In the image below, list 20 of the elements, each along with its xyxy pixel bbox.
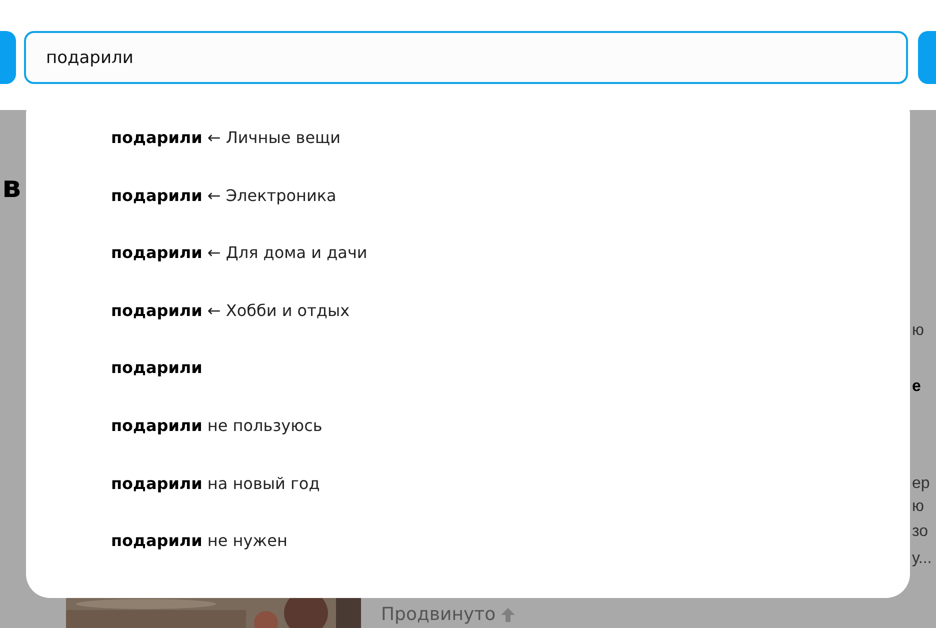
listing-text: у... <box>912 550 932 568</box>
listing-text: е <box>912 378 921 396</box>
suggestion-item[interactable]: подарили не нужен <box>111 519 288 577</box>
suggestion-item[interactable]: подарили ← Личные вещи <box>111 116 340 174</box>
search-side-button[interactable] <box>0 31 16 84</box>
listing-text: зо <box>912 523 928 541</box>
suggestion-item[interactable]: подарили на новый год <box>111 462 320 520</box>
search-button[interactable] <box>918 31 936 84</box>
search-field[interactable]: подарили <box>24 31 908 84</box>
arrow-up-icon <box>500 606 516 622</box>
page-heading: в <box>2 170 21 205</box>
suggestion-item[interactable]: подарили ← Для дома и дачи <box>111 231 368 289</box>
suggestion-item[interactable]: подарили <box>111 346 202 404</box>
suggestion-item[interactable]: подарили ← Хобби и отдых <box>111 288 350 346</box>
promoted-label: Продвинуто <box>381 604 496 625</box>
suggestion-item[interactable]: подарили ← Электроника <box>111 174 336 232</box>
listing-text: ю <box>912 498 924 516</box>
suggestion-item[interactable]: подарили не пользуюсь <box>111 404 322 462</box>
listing-text: ер <box>912 475 930 493</box>
listing-text: ю <box>912 322 924 340</box>
